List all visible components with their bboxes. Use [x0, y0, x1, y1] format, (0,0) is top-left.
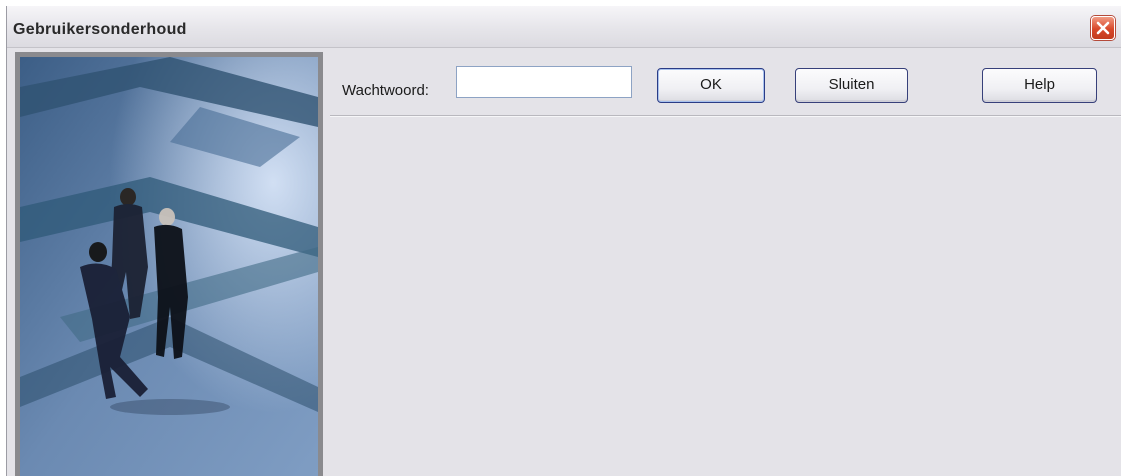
toolbar-separator — [330, 115, 1121, 117]
close-button[interactable] — [1091, 16, 1115, 40]
password-input[interactable] — [456, 66, 632, 98]
close-dialog-button[interactable]: Sluiten — [795, 68, 908, 103]
photo-frame — [15, 52, 323, 476]
window-title: Gebruikersonderhoud — [13, 21, 187, 38]
business-people-photo — [20, 57, 318, 476]
ok-button[interactable]: OK — [657, 68, 765, 103]
help-button[interactable]: Help — [982, 68, 1097, 103]
password-label: Wachtwoord: — [342, 82, 429, 99]
dialog-window: Gebruikersonderhoud Wachtwoord: OK Sluit… — [6, 6, 1121, 476]
title-bar[interactable]: Gebruikersonderhoud — [7, 6, 1121, 48]
close-icon — [1096, 21, 1110, 35]
